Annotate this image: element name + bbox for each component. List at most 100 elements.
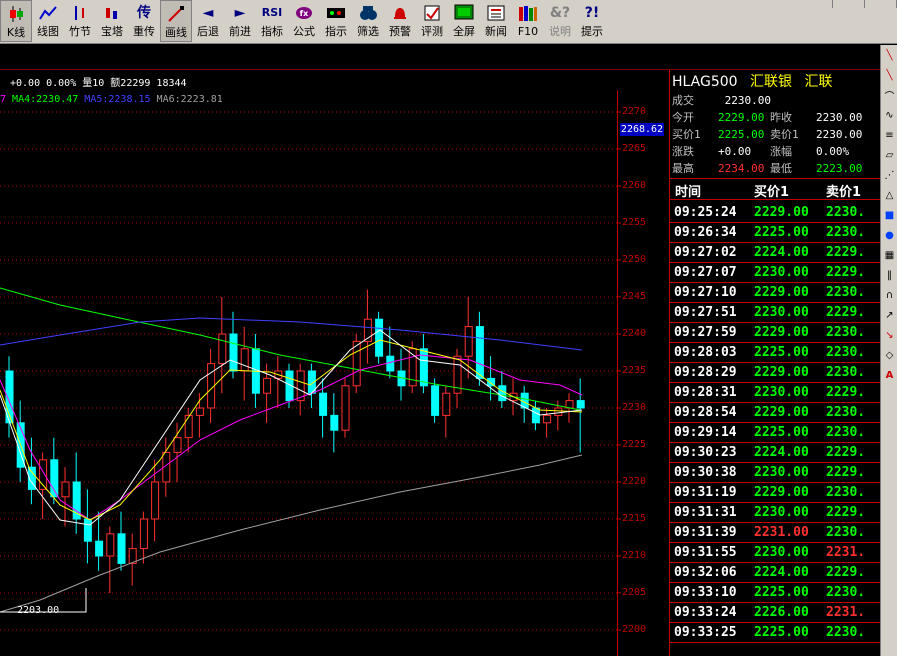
ellipse-tool-icon[interactable]: ● bbox=[881, 225, 897, 245]
ma-legend-item: MA5:2238.15 bbox=[84, 94, 157, 105]
candle-body bbox=[95, 540, 104, 557]
ray-tool-icon[interactable]: ╲ bbox=[881, 65, 897, 85]
quote-stat-label: 买价1 bbox=[672, 128, 701, 141]
trade-row[interactable]: 09:31:55 2230.00 2231. bbox=[670, 543, 880, 563]
price-axis-tick-label: 2260 bbox=[622, 180, 647, 191]
trade-ask: 2230. bbox=[826, 325, 866, 340]
trade-bid: 2230.00 bbox=[754, 385, 809, 400]
trade-row[interactable]: 09:25:24 2229.00 2230. bbox=[670, 203, 880, 223]
trade-time: 09:30:38 bbox=[674, 465, 737, 480]
trade-time: 09:31:19 bbox=[674, 485, 737, 500]
trade-row[interactable]: 09:26:34 2225.00 2230. bbox=[670, 223, 880, 243]
candle-body bbox=[386, 355, 395, 372]
candle-body bbox=[352, 340, 361, 387]
trade-bid: 2229.00 bbox=[754, 365, 809, 380]
trade-row[interactable]: 09:27:10 2229.00 2230. bbox=[670, 283, 880, 303]
candle-body bbox=[475, 326, 484, 379]
trade-row[interactable]: 09:31:39 2231.00 2230. bbox=[670, 523, 880, 543]
eraser-tool-icon[interactable]: ◇ bbox=[881, 345, 897, 365]
line-tool-icon[interactable]: ╲ bbox=[881, 45, 897, 65]
trade-time: 09:29:14 bbox=[674, 425, 737, 440]
instrument-group: 汇联 bbox=[804, 74, 833, 90]
trade-row[interactable]: 09:31:31 2230.00 2229. bbox=[670, 503, 880, 523]
trade-list[interactable]: 09:25:24 2229.00 2230. 09:26:34 2225.00 2230.… bbox=[670, 203, 880, 643]
trade-row[interactable]: 09:27:59 2229.00 2230. bbox=[670, 323, 880, 343]
candle-body bbox=[498, 385, 507, 402]
quote-stat-row: 买价1 2225.00 卖价1 2230.00 bbox=[672, 126, 876, 142]
gann-tool-icon[interactable]: ▦ bbox=[881, 245, 897, 265]
quote-stat-label: 最高 bbox=[672, 162, 694, 175]
trade-row[interactable]: 09:29:14 2225.00 2230. bbox=[670, 423, 880, 443]
trade-row[interactable]: 09:32:06 2224.00 2229. bbox=[670, 563, 880, 583]
candle-body bbox=[330, 414, 339, 431]
window-controls bbox=[801, 0, 897, 10]
trade-row[interactable]: 09:28:31 2230.00 2229. bbox=[670, 383, 880, 403]
arc-tool-icon[interactable]: ⌒ bbox=[881, 85, 897, 105]
trade-row[interactable]: 09:27:51 2230.00 2229. bbox=[670, 303, 880, 323]
triangle-tool-icon[interactable]: △ bbox=[881, 185, 897, 205]
ma5-line bbox=[0, 317, 583, 351]
price-axis-tick-label: 2225 bbox=[622, 439, 647, 450]
trade-row[interactable]: 09:27:07 2230.00 2229. bbox=[670, 263, 880, 283]
quote-stat-label: 涨跌 bbox=[672, 145, 694, 158]
quote-stat-value: 2223.00 bbox=[816, 162, 863, 175]
trade-bid: 2230.00 bbox=[754, 265, 809, 280]
ask-column-header: 卖价1 bbox=[826, 185, 862, 200]
rectangle-tool-icon[interactable]: ■ bbox=[881, 205, 897, 225]
trade-time: 09:31:55 bbox=[674, 545, 737, 560]
cycle-tool-icon[interactable]: ∩ bbox=[881, 285, 897, 305]
trade-ask: 2230. bbox=[826, 625, 866, 640]
trade-time: 09:27:07 bbox=[674, 265, 737, 280]
trade-bid: 2229.00 bbox=[754, 285, 809, 300]
price-axis-divider bbox=[617, 90, 618, 656]
trade-time: 09:26:34 bbox=[674, 225, 737, 240]
price-axis-tick-label: 2245 bbox=[622, 291, 647, 302]
trade-row[interactable]: 09:30:23 2224.00 2229. bbox=[670, 443, 880, 463]
trade-ask: 2229. bbox=[826, 245, 866, 260]
arrow-down-tool-icon[interactable]: ↘ bbox=[881, 325, 897, 345]
trade-row[interactable]: 09:30:38 2230.00 2229. bbox=[670, 463, 880, 483]
trade-row[interactable]: 09:33:24 2226.00 2231. bbox=[670, 603, 880, 623]
trade-time: 09:33:25 bbox=[674, 625, 737, 640]
trade-row[interactable]: 09:28:29 2229.00 2230. bbox=[670, 363, 880, 383]
trade-time: 09:27:02 bbox=[674, 245, 737, 260]
trade-ask: 2230. bbox=[826, 425, 866, 440]
trade-bid: 2224.00 bbox=[754, 565, 809, 580]
channel-tool-icon[interactable]: ▱ bbox=[881, 145, 897, 165]
bars-tool-icon[interactable]: ‖ bbox=[881, 265, 897, 285]
fib-lines-icon[interactable]: ≡ bbox=[881, 125, 897, 145]
price-axis-tick-label: 2230 bbox=[622, 402, 647, 413]
trade-ask: 2229. bbox=[826, 305, 866, 320]
trade-ask: 2230. bbox=[826, 365, 866, 380]
trade-ask: 2230. bbox=[826, 285, 866, 300]
trade-ask: 2230. bbox=[826, 485, 866, 500]
fan-tool-icon[interactable]: ⋰ bbox=[881, 165, 897, 185]
wave-tool-icon[interactable]: ∿ bbox=[881, 105, 897, 125]
trade-bid: 2229.00 bbox=[754, 325, 809, 340]
quote-stat-label: 最低 bbox=[770, 162, 792, 175]
quote-stat-value: 2225.00 bbox=[718, 128, 765, 141]
trade-time: 09:28:03 bbox=[674, 345, 737, 360]
trade-row[interactable]: 09:33:10 2225.00 2230. bbox=[670, 583, 880, 603]
arrow-up-tool-icon[interactable]: ↗ bbox=[881, 305, 897, 325]
ma-legend-item: MA6:2223.81 bbox=[156, 94, 223, 105]
quote-stat-row: 涨跌 +0.00 涨幅 0.00% bbox=[672, 143, 876, 159]
trade-row[interactable]: 09:28:03 2225.00 2230. bbox=[670, 343, 880, 363]
quote-stat-label: 昨收 bbox=[770, 111, 792, 124]
price-axis-tick-label: 2265 bbox=[622, 143, 647, 154]
trade-row[interactable]: 09:28:54 2229.00 2230. bbox=[670, 403, 880, 423]
trade-time: 09:31:31 bbox=[674, 505, 737, 520]
trade-bid: 2230.00 bbox=[754, 465, 809, 480]
candle-body bbox=[431, 385, 440, 416]
trade-ask: 2230. bbox=[826, 345, 866, 360]
drawing-tool-strip: ╲ ╲ ⌒ ∿ ≡ ▱ ⋰ △ ■ ● ▦ ‖ ∩ ↗ ↘ ◇ A bbox=[880, 45, 897, 656]
last-price-value: 2230.00 bbox=[724, 94, 771, 107]
trade-row[interactable]: 09:33:25 2225.00 2230. bbox=[670, 623, 880, 643]
trade-bid: 2230.00 bbox=[754, 505, 809, 520]
candle-body bbox=[240, 348, 249, 372]
trade-bid: 2224.00 bbox=[754, 245, 809, 260]
quote-stat-value: 2229.00 bbox=[718, 111, 765, 124]
trade-row[interactable]: 09:31:19 2229.00 2230. bbox=[670, 483, 880, 503]
text-tool-icon[interactable]: A bbox=[881, 365, 897, 385]
trade-row[interactable]: 09:27:02 2224.00 2229. bbox=[670, 243, 880, 263]
